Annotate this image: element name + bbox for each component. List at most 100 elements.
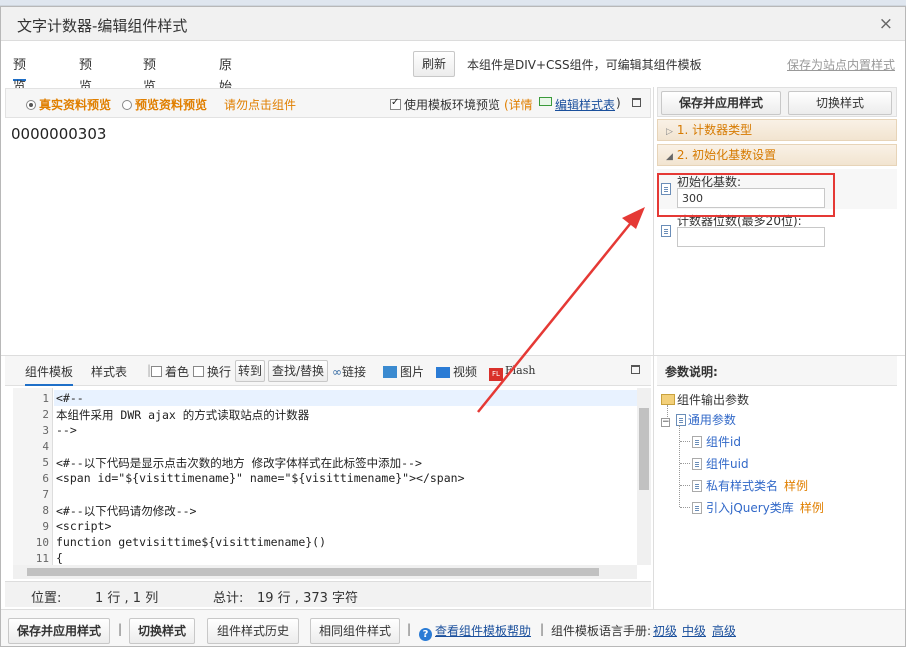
document-icon [692, 458, 702, 470]
counter-digits-input[interactable] [677, 227, 825, 247]
vertical-scrollbar[interactable] [637, 388, 651, 565]
wrap-toggle[interactable]: 换行 [193, 363, 231, 380]
scroll-thumb[interactable] [639, 408, 649, 490]
radio-checked-icon [26, 100, 36, 110]
switch-style-button[interactable]: 切换样式 [788, 91, 892, 115]
close-icon[interactable]: × [879, 14, 893, 34]
collapse-icon: − [661, 417, 670, 427]
horizontal-scrollbar[interactable] [13, 565, 637, 579]
code-line: <#--以下代码请勿修改--> [56, 504, 197, 518]
goto-button[interactable]: 转到 [235, 360, 265, 382]
section-counter-type[interactable]: ▷ 1. 计数器类型 [657, 119, 897, 141]
position-value: 1 行 , 1 列 [95, 591, 159, 606]
tree-root[interactable]: 组件输出参数 [661, 391, 749, 408]
folder-icon [661, 394, 675, 405]
maximize-icon[interactable] [631, 365, 640, 374]
code-line: <script> [56, 519, 112, 533]
dialog-titlebar: 文字计数器-编辑组件样式 × [1, 7, 905, 41]
template-env-checkbox[interactable]: 使用模板环境预览 [390, 96, 500, 113]
tree-connector [680, 507, 690, 508]
save-as-builtin-link[interactable]: 保存为站点内置样式 [787, 56, 895, 73]
tab-preview-code[interactable]: 预览代码 [79, 55, 92, 139]
line-number: 9 [42, 520, 49, 533]
flash-button[interactable]: FL Flash [489, 363, 535, 381]
component-info-text: 本组件是DIV+CSS组件，可编辑其组件模板 [467, 58, 702, 72]
code-line: function getvisittime${visittimename}() [56, 535, 327, 549]
tab-preview-stylesheet[interactable]: 预览样式表 [143, 55, 156, 161]
image-button[interactable]: 图片 [383, 363, 424, 380]
total-value: 19 行 , 373 字符 [257, 591, 359, 606]
line-number: 4 [42, 440, 49, 453]
save-apply-style-button[interactable]: 保存并应用样式 [661, 91, 781, 115]
total-label: 总计: [213, 591, 244, 606]
document-icon [692, 436, 702, 448]
video-button[interactable]: 视频 [436, 363, 477, 380]
footer-separator: | [407, 622, 412, 636]
footer-save-apply-button[interactable]: 保存并应用样式 [8, 618, 110, 644]
no-click-warning: 请勿点击组件 [224, 98, 297, 112]
refresh-button[interactable]: 刷新 [413, 51, 455, 77]
flash-icon: FL [489, 368, 503, 381]
tree-connector [680, 441, 690, 442]
code-line: 本组件采用 DWR ajax 的方式读取站点的计数器 [56, 408, 310, 422]
preview-options-bar: 真实资料预览 预览资料预览 请勿点击组件 使用模板环境预览 (详情 编辑样式表 … [5, 88, 651, 118]
dialog-footer: 保存并应用样式 | 切换样式 组件样式历史 相同组件样式 | ? 查看组件模板帮助… [1, 609, 905, 646]
edit-stylesheet-link[interactable]: 编辑样式表 [555, 96, 615, 113]
manual-advanced-link[interactable]: 高级 [712, 622, 736, 639]
chevron-right-icon: ▷ [666, 127, 673, 137]
document-icon [661, 225, 671, 237]
tree-group[interactable]: − 通用参数 [661, 411, 736, 428]
radio-real-data[interactable]: 真实资料预览 [26, 96, 111, 113]
same-component-style-button[interactable]: 相同组件样式 [310, 618, 400, 644]
example-link[interactable]: 样例 [784, 479, 808, 493]
stylesheet-icon [539, 97, 552, 106]
radio-preview-data[interactable]: 预览资料预览 [122, 96, 207, 113]
style-history-button[interactable]: 组件样式历史 [207, 618, 299, 644]
link-icon: ∞ [332, 365, 342, 379]
param-item[interactable]: 组件uid [692, 455, 749, 472]
param-label: 私有样式类名 [706, 479, 779, 493]
position-label: 位置: [31, 591, 62, 606]
code-line: <#--以下代码是显示点击次数的地方 修改字体样式在此标签中添加--> [56, 456, 422, 470]
footer-switch-style-button[interactable]: 切换样式 [129, 618, 195, 644]
panel-divider [653, 87, 654, 612]
footer-separator: | [540, 622, 545, 636]
tab-preview-component[interactable]: 预览组件 [13, 55, 27, 139]
tab-raw-code[interactable]: 原始代码 [219, 55, 232, 139]
param-label: 组件uid [706, 457, 749, 471]
manual-beginner-link[interactable]: 初级 [653, 622, 677, 639]
edit-style-dialog: 文字计数器-编辑组件样式 × 预览组件 预览代码 预览样式表 原始代码 刷新 本… [0, 6, 906, 647]
help-link[interactable]: ? 查看组件模板帮助 [419, 622, 531, 641]
param-item[interactable]: 引入jQuery类库 样例 [692, 499, 824, 516]
video-icon [436, 367, 450, 378]
document-icon [692, 480, 702, 492]
color-toggle[interactable]: 着色 [151, 363, 189, 380]
manual-middle-link[interactable]: 中级 [682, 622, 706, 639]
details-link[interactable]: (详情 [504, 96, 533, 113]
counter-display: 0000000303 [11, 125, 107, 143]
maximize-icon[interactable] [632, 98, 641, 107]
radio-unchecked-icon [122, 100, 132, 110]
checkbox-icon [151, 366, 162, 377]
section-init-base[interactable]: ◢ 2. 初始化基数设置 [657, 144, 897, 166]
line-number: 1 [42, 392, 49, 405]
line-number: 7 [42, 488, 49, 501]
code-line: { [56, 551, 63, 565]
param-item[interactable]: 私有样式类名 样例 [692, 477, 808, 494]
tab-stylesheet[interactable]: 样式表 [91, 363, 127, 380]
tree-connector [679, 425, 680, 507]
line-number: 3 [42, 424, 49, 437]
find-replace-button[interactable]: 查找/替换 [268, 360, 328, 382]
tab-component-template[interactable]: 组件模板 [25, 363, 74, 386]
chevron-down-icon: ◢ [666, 152, 673, 162]
param-tree: 组件输出参数 − 通用参数 组件id 组件uid 私有样式类名 样例 引入jQuery类… [657, 388, 897, 608]
line-number: 8 [42, 504, 49, 517]
code-editor[interactable]: 1 <#-- 2 本组件采用 DWR ajax 的方式读取站点的计数器 3 --> 4 5 <#… [13, 388, 637, 565]
line-number: 2 [42, 408, 49, 421]
checkbox-icon [193, 366, 204, 377]
param-item[interactable]: 组件id [692, 433, 741, 450]
link-button[interactable]: ∞链接 [332, 363, 366, 380]
right-panel-toolbar: 保存并应用样式 切换样式 [657, 87, 897, 117]
scroll-thumb[interactable] [27, 568, 599, 576]
example-link[interactable]: 样例 [800, 501, 824, 515]
